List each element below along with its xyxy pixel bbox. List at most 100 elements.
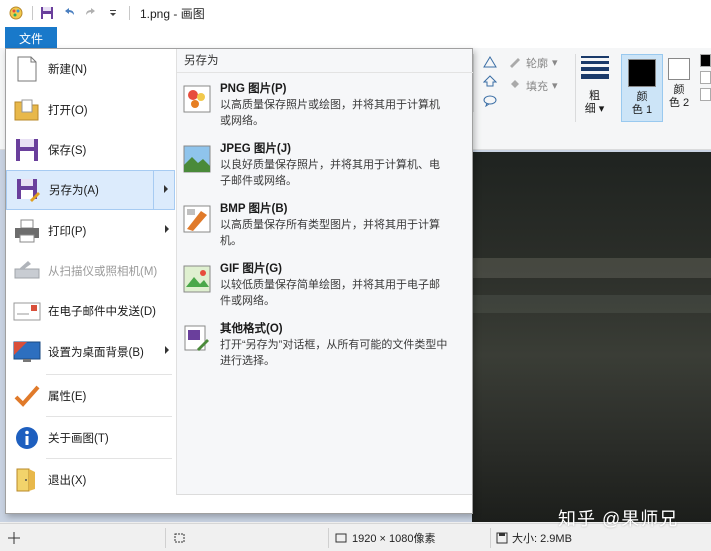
save-quick-icon[interactable] bbox=[39, 5, 55, 21]
size-label-line2: 细 bbox=[584, 103, 596, 115]
option-title: JPEG 图片(J) bbox=[220, 143, 291, 155]
save-as-bmp[interactable]: BMP 图片(B) 以高质量保存所有类型图片，并将其用于计算机。 bbox=[183, 201, 467, 249]
watermark: 知乎 @果师兄 bbox=[558, 509, 679, 529]
color2-button[interactable]: 颜 色 2 bbox=[665, 54, 693, 122]
callout-shape-icon[interactable] bbox=[483, 95, 497, 110]
save-as-other-formats[interactable]: 其他格式(O) 打开“另存为”对话框，从所有可能的文件类型中进行选择。 bbox=[183, 321, 467, 369]
save-as-other-text: 其他格式(O) 打开“另存为”对话框，从所有可能的文件类型中进行选择。 bbox=[220, 321, 450, 369]
save-as-gif[interactable]: GIF 图片(G) 以较低质量保存简单绘图，并将其用于电子邮件或网络。 bbox=[183, 261, 467, 309]
save-as-png[interactable]: PNG 图片(P) 以高质量保存照片或绘图，并将其用于计算机或网络。 bbox=[183, 81, 467, 129]
color1-label-line2: 色 1 bbox=[631, 104, 653, 116]
exit-door-icon bbox=[12, 465, 42, 495]
paint-app-icon bbox=[8, 5, 24, 21]
printer-icon bbox=[12, 216, 42, 246]
menu-item-exit[interactable]: 退出(X) bbox=[6, 460, 175, 500]
menu-item-label: 设置为桌面背景(B) bbox=[48, 347, 144, 359]
chevron-down-icon: ▾ bbox=[552, 80, 558, 92]
title-separator bbox=[32, 6, 33, 20]
size-button[interactable]: 粗 细 ▾ bbox=[575, 54, 613, 122]
scanner-camera-icon bbox=[12, 256, 42, 286]
menu-item-new[interactable]: 新建(N) bbox=[6, 49, 175, 89]
dimensions-text: 1920 × 1080像素 bbox=[352, 532, 436, 545]
info-icon bbox=[12, 423, 42, 453]
outline-label: 轮廓 bbox=[526, 57, 548, 70]
menu-separator bbox=[46, 458, 172, 459]
ribbon-tab-strip bbox=[0, 26, 711, 48]
color2-swatch bbox=[668, 58, 690, 80]
menu-item-save-as[interactable]: 另存为(A) bbox=[6, 170, 175, 210]
desktop-background-icon bbox=[12, 337, 42, 367]
line-size-icon bbox=[580, 56, 609, 82]
palette-swatch[interactable] bbox=[700, 88, 711, 101]
option-description: 以较低质量保存简单绘图，并将其用于电子邮件或网络。 bbox=[220, 279, 440, 307]
menu-item-label: 新建(N) bbox=[48, 64, 87, 76]
menu-item-desktop-background[interactable]: 设置为桌面背景(B) bbox=[6, 332, 175, 372]
selection-size-icon bbox=[172, 532, 186, 544]
customize-quick-access-icon[interactable] bbox=[105, 5, 121, 21]
chevron-right-icon[interactable] bbox=[164, 185, 168, 193]
option-description: 以高质量保存所有类型图片，并将其用于计算机。 bbox=[220, 219, 440, 247]
size-label-line1: 粗 bbox=[588, 90, 600, 102]
shapes-scroll[interactable] bbox=[473, 54, 501, 112]
menu-item-open[interactable]: 打开(O) bbox=[6, 90, 175, 130]
status-divider bbox=[328, 528, 329, 548]
title-bar: 1.png - 画图 bbox=[0, 0, 711, 26]
disk-icon bbox=[496, 532, 508, 543]
submenu-divider bbox=[153, 171, 154, 209]
menu-separator bbox=[46, 416, 172, 417]
redo-icon[interactable] bbox=[83, 5, 99, 21]
status-divider bbox=[165, 528, 166, 548]
option-title: PNG 图片(P) bbox=[220, 83, 287, 95]
save-as-icon bbox=[13, 175, 43, 205]
save-as-png-text: PNG 图片(P) 以高质量保存照片或绘图，并将其用于计算机或网络。 bbox=[220, 81, 450, 129]
file-size-text: 大小: 2.9MB bbox=[512, 532, 572, 545]
file-tab[interactable]: 文件 bbox=[5, 27, 57, 49]
undo-icon[interactable] bbox=[61, 5, 77, 21]
option-title: BMP 图片(B) bbox=[220, 203, 288, 215]
file-menu-commands: 新建(N) 打开(O) 保存(S) 另存为(A) 打印(P) 从扫描仪或照相机(… bbox=[6, 49, 175, 513]
cursor-position-icon bbox=[8, 531, 20, 544]
option-description: 以高质量保存照片或绘图，并将其用于计算机或网络。 bbox=[220, 99, 440, 127]
palette-swatch[interactable] bbox=[700, 71, 711, 84]
menu-item-label: 属性(E) bbox=[48, 391, 87, 403]
checkmark-icon bbox=[12, 381, 42, 411]
color1-label: 颜 色 1 bbox=[632, 91, 652, 117]
menu-separator bbox=[46, 374, 172, 375]
menu-item-save[interactable]: 保存(S) bbox=[6, 130, 175, 170]
arrow-up-shape-icon[interactable] bbox=[482, 75, 497, 90]
chevron-right-icon bbox=[165, 225, 169, 233]
save-as-submenu: 另存为 PNG 图片(P) 以高质量保存照片或绘图，并将其用于计算机或网络。 J… bbox=[176, 49, 473, 495]
color2-label-line1: 颜 bbox=[673, 84, 685, 96]
jpeg-image-icon bbox=[183, 145, 211, 173]
menu-item-scanner[interactable]: 从扫描仪或照相机(M) bbox=[6, 251, 175, 291]
menu-item-label: 在电子邮件中发送(D) bbox=[48, 306, 156, 318]
image-canvas[interactable] bbox=[472, 152, 711, 522]
triangle-shape-icon[interactable] bbox=[482, 56, 497, 71]
fill-dropdown[interactable]: 填充 ▾ bbox=[508, 77, 568, 94]
image-dimensions: 1920 × 1080像素 bbox=[334, 530, 435, 546]
color2-label: 颜 色 2 bbox=[669, 84, 689, 110]
palette-swatch[interactable] bbox=[700, 54, 711, 67]
chevron-down-icon: ▾ bbox=[552, 57, 558, 69]
gif-image-icon bbox=[183, 265, 211, 293]
title-separator-2 bbox=[129, 6, 130, 20]
fill-bucket-icon bbox=[508, 77, 522, 94]
menu-item-label: 从扫描仪或照相机(M) bbox=[48, 266, 158, 278]
outline-dropdown[interactable]: 轮廓 ▾ bbox=[508, 54, 568, 71]
color1-button[interactable]: 颜 色 1 bbox=[621, 54, 663, 122]
save-as-jpeg[interactable]: JPEG 图片(J) 以良好质量保存照片，并将其用于计算机、电子邮件或网络。 bbox=[183, 141, 467, 189]
option-description: 打开“另存为”对话框，从所有可能的文件类型中进行选择。 bbox=[220, 339, 448, 367]
menu-item-properties[interactable]: 属性(E) bbox=[6, 376, 175, 416]
menu-item-print[interactable]: 打印(P) bbox=[6, 211, 175, 251]
color-palette[interactable] bbox=[700, 54, 711, 104]
file-menu: 新建(N) 打开(O) 保存(S) 另存为(A) 打印(P) 从扫描仪或照相机(… bbox=[5, 48, 473, 514]
menu-item-about[interactable]: 关于画图(T) bbox=[6, 418, 175, 458]
png-image-icon bbox=[183, 85, 211, 113]
save-as-gif-text: GIF 图片(G) 以较低质量保存简单绘图，并将其用于电子邮件或网络。 bbox=[220, 261, 450, 309]
bmp-image-icon bbox=[183, 205, 211, 233]
menu-item-label: 另存为(A) bbox=[49, 185, 99, 197]
menu-item-email[interactable]: 在电子邮件中发送(D) bbox=[6, 291, 175, 331]
menu-item-label: 打开(O) bbox=[48, 105, 88, 117]
menu-item-label: 保存(S) bbox=[48, 145, 87, 157]
image-detail bbox=[472, 258, 711, 278]
